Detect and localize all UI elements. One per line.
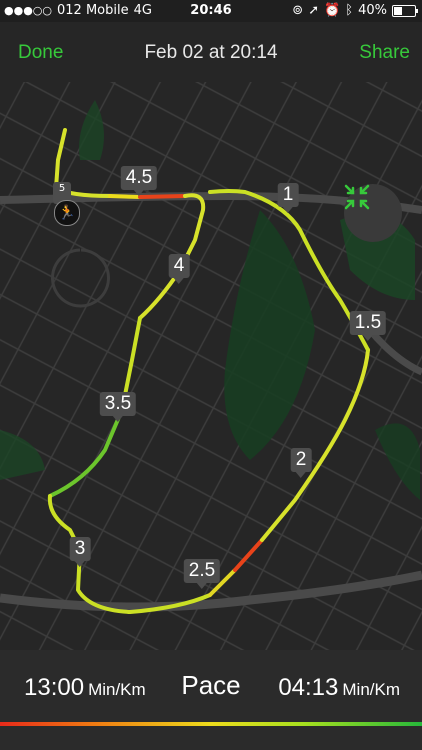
bluetooth-icon: ᛒ <box>345 3 354 18</box>
km-marker-4[interactable]: 4 <box>168 254 190 284</box>
km-marker-2-5[interactable]: 2.5 <box>183 559 221 589</box>
battery-icon <box>392 4 418 17</box>
collapse-arrows-icon <box>344 184 370 210</box>
km-marker-3-5[interactable]: 3.5 <box>99 392 137 422</box>
route-map[interactable]: 5 🏃 1 1.5 2 2.5 3 3.5 4 4.5 <box>0 82 422 650</box>
alarm-icon: ⏰ <box>324 3 341 18</box>
battery-percent: 40% <box>358 3 387 18</box>
runner-icon[interactable]: 🏃 <box>54 200 80 226</box>
rotation-lock-icon: ⊚ <box>292 3 304 18</box>
collapse-map-button[interactable] <box>344 184 402 242</box>
km-marker-3[interactable]: 3 <box>69 537 91 567</box>
km-marker-2[interactable]: 2 <box>290 448 312 478</box>
fast-pace-value: 04:13 <box>278 674 339 701</box>
status-bar: ●●●○○ 012 Mobile 4G 20:46 ⊚ ➚ ⏰ ᛒ 40% <box>0 0 422 22</box>
navigation-bar: Done Feb 02 at 20:14 Share <box>0 22 422 82</box>
pace-color-gradient <box>0 722 422 726</box>
share-button[interactable]: Share <box>359 42 410 64</box>
fast-pace-unit: Min/Km <box>342 680 400 699</box>
km-marker-1-5[interactable]: 1.5 <box>349 311 387 341</box>
km-marker-4-5[interactable]: 4.5 <box>120 166 158 196</box>
km-marker-1[interactable]: 1 <box>277 183 299 213</box>
pace-legend-bar: 13:00 Min/Km Pace 04:13 Min/Km <box>0 650 422 750</box>
fast-pace: 04:13 Min/Km <box>278 674 400 702</box>
location-arrow-icon: ➚ <box>308 3 320 18</box>
